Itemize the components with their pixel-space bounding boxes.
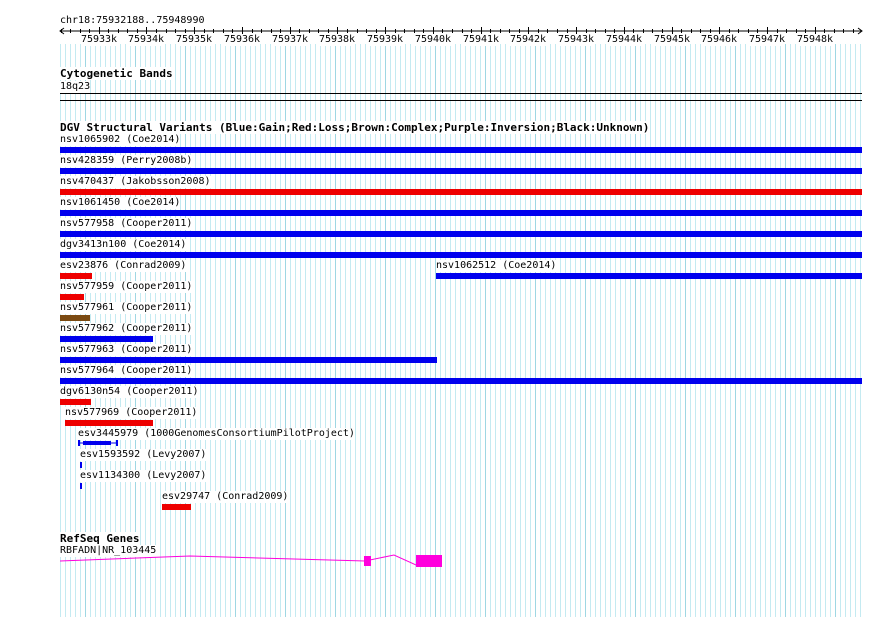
- sv-bar[interactable]: [60, 378, 862, 384]
- sv-bar[interactable]: [80, 462, 82, 468]
- sv-bar[interactable]: [60, 294, 84, 300]
- sv-label[interactable]: esv1593592 (Levy2007): [80, 449, 207, 461]
- ruler-tick-label: 75940k: [414, 34, 452, 46]
- sv-label[interactable]: nsv577958 (Cooper2011): [60, 218, 193, 230]
- ruler-tick-label: 75933k: [80, 34, 118, 46]
- sv-label[interactable]: nsv577963 (Cooper2011): [60, 344, 193, 356]
- refseq-track-title[interactable]: RefSeq Genes: [60, 532, 140, 545]
- sv-bar[interactable]: [60, 399, 91, 405]
- sv-bar[interactable]: [60, 357, 437, 363]
- sv-bar[interactable]: [60, 189, 862, 195]
- ruler-tick-label: 75946k: [700, 34, 738, 46]
- ruler-tick-label: 75937k: [271, 34, 309, 46]
- ruler-tick-label: 75935k: [175, 34, 213, 46]
- sv-bar[interactable]: [60, 168, 862, 174]
- ruler-tick-label: 75944k: [605, 34, 643, 46]
- sv-bar[interactable]: [60, 273, 92, 279]
- sv-bar[interactable]: [60, 336, 153, 342]
- dgv-track-title[interactable]: DGV Structural Variants (Blue:Gain;Red:L…: [60, 121, 650, 134]
- ruler-tick-label: 75947k: [748, 34, 786, 46]
- ruler-tick-label: 75936k: [223, 34, 261, 46]
- ruler-tick-label: 75945k: [653, 34, 691, 46]
- ruler-tick-label: 75942k: [509, 34, 547, 46]
- sv-label[interactable]: nsv577969 (Cooper2011): [65, 407, 198, 419]
- cytoband-track-title[interactable]: Cytogenetic Bands: [60, 67, 173, 80]
- sv-bar[interactable]: [65, 420, 153, 426]
- ruler-tick-label: 75939k: [366, 34, 404, 46]
- sv-label[interactable]: dgv3413n100 (Coe2014): [60, 239, 187, 251]
- sv-bar[interactable]: [60, 210, 862, 216]
- sv-label[interactable]: dgv6130n54 (Cooper2011): [60, 386, 199, 398]
- sv-bar[interactable]: [60, 231, 862, 237]
- sv-label[interactable]: nsv1065902 (Coe2014): [60, 134, 181, 146]
- gene-exon: [364, 556, 371, 566]
- sv-bar[interactable]: [78, 439, 120, 447]
- sv-bar[interactable]: [80, 483, 82, 489]
- sv-label[interactable]: nsv577962 (Cooper2011): [60, 323, 193, 335]
- cytoband-label: 18q23: [60, 81, 91, 93]
- sv-bar[interactable]: [162, 504, 191, 510]
- sv-bar[interactable]: [60, 252, 862, 258]
- gene-exon: [416, 555, 442, 567]
- sv-label[interactable]: nsv577964 (Cooper2011): [60, 365, 193, 377]
- ruler-tick-label: 75948k: [796, 34, 834, 46]
- gene-model[interactable]: [60, 552, 450, 572]
- sv-label[interactable]: esv1134300 (Levy2007): [80, 470, 207, 482]
- cytoband-top-line: [60, 93, 862, 94]
- sv-label[interactable]: nsv428359 (Perry2008b): [60, 155, 193, 167]
- sv-bar[interactable]: [436, 273, 862, 279]
- sv-label[interactable]: nsv577961 (Cooper2011): [60, 302, 193, 314]
- cytoband-bottom-line: [60, 100, 862, 101]
- sv-label[interactable]: esv29747 (Conrad2009): [162, 491, 289, 503]
- sv-label[interactable]: nsv1062512 (Coe2014): [436, 260, 557, 272]
- ruler-tick-label: 75934k: [127, 34, 165, 46]
- sv-label[interactable]: nsv577959 (Cooper2011): [60, 281, 193, 293]
- sv-bar[interactable]: [60, 147, 862, 153]
- sv-bar[interactable]: [60, 315, 90, 321]
- ruler-tick-label: 75943k: [557, 34, 595, 46]
- sv-label[interactable]: esv23876 (Conrad2009): [60, 260, 187, 272]
- ruler-tick-label: 75938k: [318, 34, 356, 46]
- sv-label[interactable]: nsv1061450 (Coe2014): [60, 197, 181, 209]
- ruler-tick-label: 75941k: [462, 34, 500, 46]
- sv-label[interactable]: nsv470437 (Jakobsson2008): [60, 176, 211, 188]
